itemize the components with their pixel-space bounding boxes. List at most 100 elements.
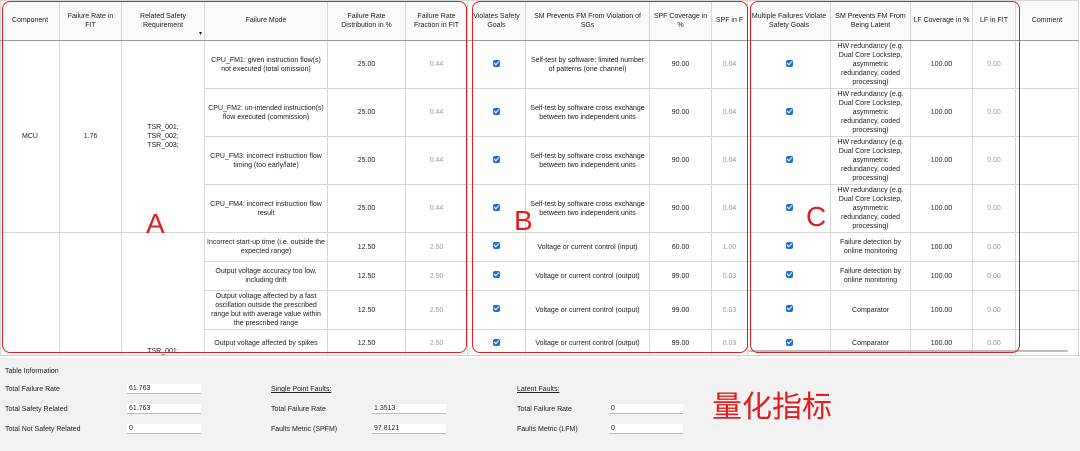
multiple-failures-checkbox[interactable] bbox=[785, 271, 793, 278]
filter-dropdown-icon[interactable]: ▾ bbox=[199, 30, 202, 39]
comment-cell[interactable] bbox=[1015, 136, 1079, 185]
safety-requirement-cell[interactable]: TSR_001;TSR_002;TSR_003; bbox=[121, 232, 205, 355]
spf-coverage-cell[interactable]: 99.00 bbox=[649, 261, 712, 291]
violates-checkbox[interactable] bbox=[493, 59, 500, 67]
spf-total-field[interactable]: 1.3513 bbox=[372, 404, 446, 414]
failure-rate-cell[interactable]: 1.76 bbox=[59, 40, 122, 233]
distribution-cell[interactable]: 12.50 bbox=[327, 232, 406, 262]
spf-coverage-cell[interactable]: 60.00 bbox=[649, 232, 712, 262]
violates-checkbox[interactable] bbox=[493, 242, 500, 249]
comment-cell[interactable] bbox=[1015, 329, 1079, 355]
failure-mode-cell[interactable]: Output voltage affected by spikes bbox=[204, 329, 328, 355]
violates-checkbox[interactable] bbox=[493, 338, 500, 346]
sm-latent-cell[interactable]: HW redundancy (e.g. Dual Core Lockstep, … bbox=[830, 88, 911, 137]
multiple-failures-checkbox[interactable] bbox=[785, 203, 793, 211]
failure-mode-cell[interactable]: CPU_FM2: un-intended instruction(s) flow… bbox=[204, 88, 328, 137]
comment-cell[interactable] bbox=[1015, 88, 1079, 137]
table-row[interactable]: MCU 1.76 TSR_001; TSR_002; TSR_003; CPU_FM1: … bbox=[0, 40, 1079, 233]
col-header-comment[interactable]: Comment bbox=[1015, 0, 1079, 41]
lf-coverage-cell[interactable]: 100.00 bbox=[910, 184, 973, 233]
sm-prevents-cell[interactable]: Self-test by software cross exchange bet… bbox=[525, 88, 650, 137]
col-header-sm-prevents[interactable]: SM Prevents FM From Violation of SGs bbox=[525, 0, 650, 41]
total-not-safety-related-field[interactable]: 0 bbox=[127, 424, 201, 434]
col-header-spf-fit[interactable]: SPF in F bbox=[711, 0, 748, 41]
col-header-fraction[interactable]: Failure Rate Fraction in FIT bbox=[405, 0, 468, 41]
comment-cell[interactable] bbox=[1015, 184, 1079, 233]
spf-coverage-cell[interactable]: 90.00 bbox=[649, 136, 712, 185]
spf-coverage-cell[interactable]: 90.00 bbox=[649, 184, 712, 233]
distribution-cell[interactable]: 25.00 bbox=[327, 40, 406, 89]
component-cell[interactable]: MCU bbox=[0, 40, 60, 233]
sm-prevents-cell[interactable]: Self-test by software cross exchange bet… bbox=[525, 136, 650, 185]
multiple-failures-checkbox[interactable] bbox=[785, 155, 793, 163]
failure-mode-cell[interactable]: Output voltage affected by a fast oscill… bbox=[204, 290, 328, 330]
multiple-failures-checkbox[interactable] bbox=[785, 338, 793, 346]
sm-prevents-cell[interactable]: Voltage or current control (output) bbox=[525, 290, 650, 330]
sm-latent-cell[interactable]: HW redundancy (e.g. Dual Core Lockstep, … bbox=[830, 40, 911, 89]
failure-mode-cell[interactable]: CPU_FM3: incorrect instruction flow timi… bbox=[204, 136, 328, 185]
violates-checkbox[interactable] bbox=[493, 107, 500, 115]
failure-mode-cell[interactable]: Output voltage accuracy too low, includi… bbox=[204, 261, 328, 291]
violates-checkbox[interactable] bbox=[493, 203, 500, 211]
col-header-distribution[interactable]: Failure Rate Distribution in % bbox=[327, 0, 406, 41]
spf-coverage-cell[interactable]: 90.00 bbox=[649, 88, 712, 137]
multiple-failures-checkbox[interactable] bbox=[785, 107, 793, 115]
comment-cell[interactable] bbox=[1015, 232, 1079, 262]
col-header-multiple-failures[interactable]: Multiple Failures Violate Safety Goals bbox=[747, 0, 831, 41]
comment-cell[interactable] bbox=[1015, 261, 1079, 291]
failure-rate-cell[interactable]: 20.00 bbox=[59, 232, 122, 355]
lf-coverage-cell[interactable]: 100.00 bbox=[910, 290, 973, 330]
failure-mode-cell[interactable]: CPU_FM4: incorrect instruction flow resu… bbox=[204, 184, 328, 233]
safety-requirement-cell[interactable]: TSR_001;TSR_002;TSR_003; bbox=[121, 40, 205, 233]
sm-prevents-cell[interactable]: Self-test by software cross exchange bet… bbox=[525, 184, 650, 233]
col-header-safety-requirement[interactable]: Related Safety Requirement ▾ bbox=[121, 0, 205, 41]
lf-metric-field[interactable]: 0 bbox=[609, 424, 683, 434]
violates-checkbox[interactable] bbox=[493, 155, 500, 163]
col-header-spf-coverage[interactable]: SPF Coverage in % bbox=[649, 0, 712, 41]
sm-prevents-cell[interactable]: Self-test by software: limited number of… bbox=[525, 40, 650, 89]
sm-latent-cell[interactable]: Comparator bbox=[830, 290, 911, 330]
distribution-cell[interactable]: 12.50 bbox=[327, 261, 406, 291]
spf-coverage-cell[interactable]: 99.00 bbox=[649, 290, 712, 330]
sm-latent-cell[interactable]: HW redundancy (e.g. Dual Core Lockstep, … bbox=[830, 184, 911, 233]
violates-checkbox[interactable] bbox=[493, 271, 500, 278]
comment-cell[interactable] bbox=[1015, 40, 1079, 89]
col-header-failure-rate[interactable]: Failure Rate in FIT bbox=[59, 0, 122, 41]
multiple-failures-checkbox[interactable] bbox=[785, 242, 793, 249]
sm-latent-cell[interactable]: Failure detection by online monitoring bbox=[830, 232, 911, 262]
sm-prevents-cell[interactable]: Voltage or current control (output) bbox=[525, 329, 650, 355]
sm-latent-cell[interactable]: Failure detection by online monitoring bbox=[830, 261, 911, 291]
distribution-cell[interactable]: 12.50 bbox=[327, 290, 406, 330]
spf-metric-field[interactable]: 97.8121 bbox=[372, 424, 446, 434]
col-header-violates[interactable]: Violates Safety Goals bbox=[467, 0, 526, 41]
component-cell[interactable]: PMIC bbox=[0, 232, 60, 355]
violates-checkbox[interactable] bbox=[493, 305, 500, 312]
comment-cell[interactable] bbox=[1015, 290, 1079, 330]
lf-coverage-cell[interactable]: 100.00 bbox=[910, 261, 973, 291]
col-header-component[interactable]: Component bbox=[0, 0, 60, 41]
col-header-sm-latent[interactable]: SM Prevents FM From Being Latent bbox=[830, 0, 911, 41]
distribution-cell[interactable]: 25.00 bbox=[327, 88, 406, 137]
lf-total-field[interactable]: 0 bbox=[609, 404, 683, 414]
col-header-lf-coverage[interactable]: LF Coverage in % bbox=[910, 0, 973, 41]
spf-coverage-cell[interactable]: 99.00 bbox=[649, 329, 712, 355]
distribution-cell[interactable]: 25.00 bbox=[327, 184, 406, 233]
sm-latent-cell[interactable]: HW redundancy (e.g. Dual Core Lockstep, … bbox=[830, 136, 911, 185]
failure-mode-cell[interactable]: CPU_FM1: given instruction flow(s) not e… bbox=[204, 40, 328, 89]
total-safety-related-field[interactable]: 61.763 bbox=[127, 404, 201, 414]
sm-prevents-cell[interactable]: Voltage or current control (output) bbox=[525, 261, 650, 291]
col-header-lf-fit[interactable]: LF in FIT bbox=[972, 0, 1016, 41]
distribution-cell[interactable]: 12.50 bbox=[327, 329, 406, 355]
multiple-failures-checkbox[interactable] bbox=[785, 305, 793, 312]
col-header-failure-mode[interactable]: Failure Mode bbox=[204, 0, 328, 41]
lf-coverage-cell[interactable]: 100.00 bbox=[910, 40, 973, 89]
distribution-cell[interactable]: 25.00 bbox=[327, 136, 406, 185]
horizontal-scrollbar[interactable] bbox=[748, 350, 1068, 352]
total-failure-rate-field[interactable]: 61.763 bbox=[127, 384, 201, 394]
lf-coverage-cell[interactable]: 100.00 bbox=[910, 232, 973, 262]
sm-latent-cell[interactable]: Comparator bbox=[830, 329, 911, 355]
lf-coverage-cell[interactable]: 100.00 bbox=[910, 329, 973, 355]
spf-coverage-cell[interactable]: 90.00 bbox=[649, 40, 712, 89]
lf-coverage-cell[interactable]: 100.00 bbox=[910, 136, 973, 185]
sm-prevents-cell[interactable]: Voltage or current control (input) bbox=[525, 232, 650, 262]
